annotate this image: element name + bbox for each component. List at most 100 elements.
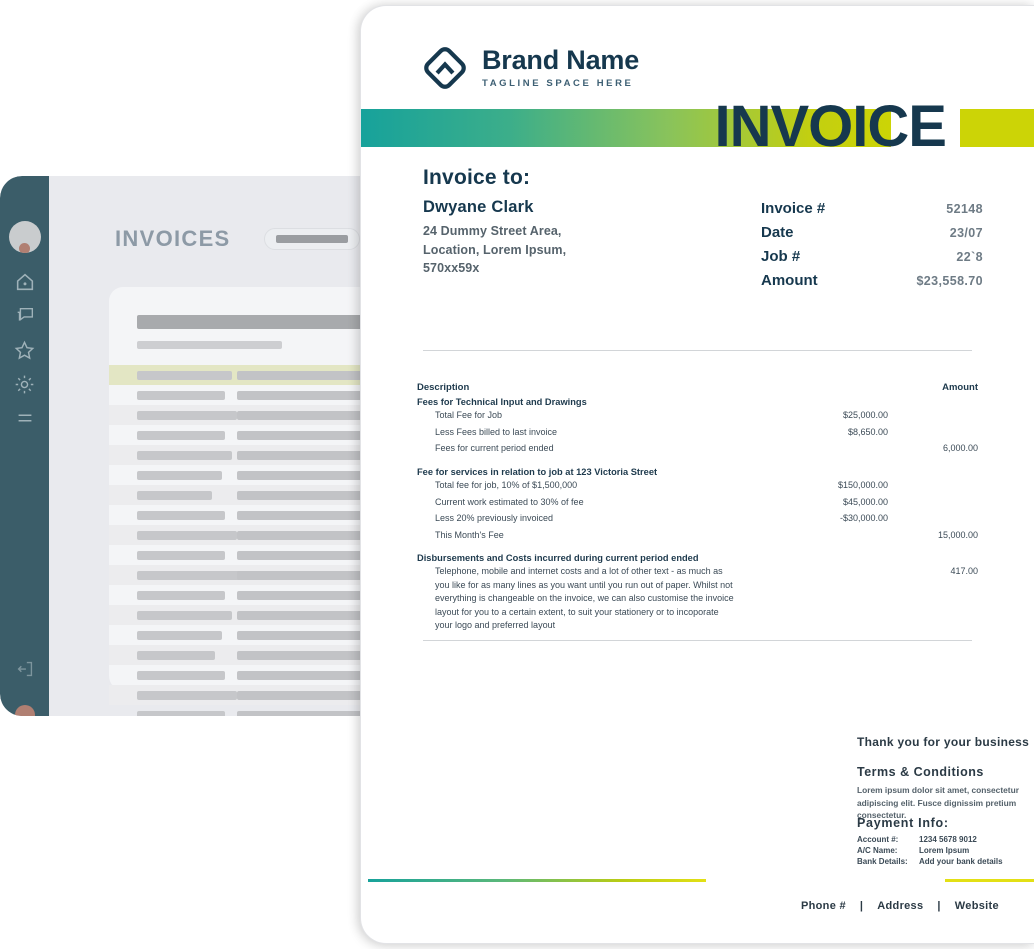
- line-item-group: Disbursements and Costs incurred during …: [417, 553, 978, 633]
- line-item-row: Total Fee for Job $25,000.00: [417, 407, 978, 424]
- menu-icon[interactable]: [0, 401, 49, 435]
- line-item-description: Total Fee for Job: [435, 410, 503, 420]
- list-item-col1: [137, 570, 242, 580]
- line-item-group: Fee for services in relation to job at 1…: [417, 467, 978, 544]
- line-item-amount-total: 417.00: [950, 566, 978, 577]
- payment-info-value: 1234 5678 9012: [919, 835, 977, 844]
- footer-separator: |: [859, 900, 864, 912]
- invoice-meta-row: Date 23/07: [761, 224, 983, 241]
- line-item-row: Telephone, mobile and internet costs and…: [417, 563, 978, 633]
- list-item-col1: [137, 370, 232, 380]
- line-item-amount-total: 15,000.00: [937, 529, 978, 540]
- list-item-col1: [137, 530, 237, 540]
- meta-value: $23,558.70: [916, 274, 983, 288]
- column-header-amount: Amount: [942, 382, 978, 393]
- list-item-col1: [137, 690, 237, 700]
- terms-title: Terms & Conditions: [857, 765, 984, 779]
- list-item-col1: [137, 630, 222, 640]
- brand-tagline: TAGLINE SPACE HERE: [482, 78, 634, 89]
- list-item-col1: [137, 550, 225, 560]
- meta-value: 52148: [946, 202, 983, 216]
- brand-name: Brand Name: [482, 45, 640, 75]
- list-item-col1: [137, 470, 222, 480]
- gear-icon[interactable]: [0, 367, 49, 401]
- list-item-col1: [137, 410, 237, 420]
- address-line-2: Location, Lorem Ipsum,: [423, 242, 567, 257]
- line-item-row: Current work estimated to 30% of fee $45,…: [417, 494, 978, 511]
- bill-to-label: Invoice to:: [423, 166, 531, 189]
- payment-info-value: Lorem Ipsum: [919, 846, 970, 855]
- meta-value: 22`8: [956, 250, 983, 264]
- accent-block-right: [960, 109, 1034, 147]
- list-item-col1: [137, 710, 225, 716]
- invoice-document: Brand Name TAGLINE SPACE HERE INVOICE In…: [360, 5, 1034, 944]
- footer-contact-item[interactable]: Address: [877, 900, 923, 912]
- line-item-description: Current work estimated to 30% of fee: [435, 496, 584, 507]
- list-item-col1: [137, 610, 232, 620]
- address-line-1: 24 Dummy Street Area,: [423, 224, 562, 238]
- home-icon[interactable]: [0, 265, 49, 299]
- list-item-col1: [137, 510, 225, 520]
- footer-contact-item[interactable]: Phone #: [801, 900, 846, 912]
- meta-label: Amount: [761, 272, 818, 289]
- chat-icon[interactable]: [0, 299, 49, 333]
- payment-info-title: Payment Info:: [857, 816, 949, 830]
- invoice-meta-table: Invoice # 52148 Date 23/07 Job # 22`8 Amount $2…: [761, 200, 983, 296]
- payment-info-value: Add your bank details: [919, 857, 1003, 866]
- list-item-col1: [137, 650, 215, 660]
- avatar[interactable]: [8, 221, 41, 716]
- line-item-row: Fees for current period ended 6,000.00: [417, 440, 978, 457]
- list-item-col1: [137, 670, 225, 680]
- line-item-row: Less Fees billed to last invoice $8,650.0…: [417, 424, 978, 441]
- line-item-group: Fees for Technical Input and Drawings Tot…: [417, 397, 978, 457]
- list-item-col1: [137, 450, 232, 460]
- line-items-table: Description Amount Fees for Technical In…: [417, 382, 978, 643]
- payment-info-table: Account #: 1234 5678 9012 A/C Name: Lorem I…: [857, 835, 1003, 868]
- payment-info-label: Account #:: [857, 835, 899, 844]
- brand-logo-icon: [421, 44, 469, 92]
- line-item-row: Less 20% previously invoiced -$30,000.00: [417, 510, 978, 527]
- line-item-description: Total fee for job, 10% of $1,500,000: [435, 479, 578, 490]
- invoice-meta-row: Invoice # 52148: [761, 200, 983, 217]
- payment-info-row: Account #: 1234 5678 9012: [857, 835, 1003, 846]
- line-item-description: This Month's Fee: [435, 529, 504, 540]
- line-item-amount-primary: $8,650.00: [847, 426, 888, 437]
- footer-separator: |: [937, 900, 941, 912]
- terms-block: Terms & Conditions Lorem ipsum dolor sit…: [857, 765, 1034, 822]
- invoice-meta-row: Job # 22`8: [761, 248, 983, 265]
- line-item-row: This Month's Fee 15,000.00: [417, 527, 978, 544]
- meta-label: Job #: [761, 248, 801, 265]
- logout-icon[interactable]: [0, 652, 49, 686]
- app-action-pill[interactable]: [264, 228, 360, 250]
- divider-top: [423, 350, 972, 351]
- meta-label: Date: [761, 224, 794, 241]
- app-page-title: INVOICES: [115, 226, 231, 251]
- payment-info-block: Payment Info: Account #: 1234 5678 9012 A/…: [857, 816, 1003, 868]
- client-name: Dwyane Clark: [423, 198, 534, 216]
- brand-block: Brand Name TAGLINE SPACE HERE: [421, 44, 639, 92]
- address-line-3: 570xx59x: [423, 261, 480, 275]
- list-item-col1: [137, 490, 212, 500]
- client-address: 24 Dummy Street Area, Location, Lorem Ip…: [423, 222, 566, 278]
- column-header-description: Description: [417, 382, 470, 393]
- line-item-row: Total fee for job, 10% of $1,500,000 $150…: [417, 477, 978, 494]
- invoice-meta-row: Amount $23,558.70: [761, 272, 983, 289]
- payment-info-label: A/C Name:: [857, 846, 898, 855]
- footer-accent-line: [945, 879, 1034, 882]
- meta-label: Invoice #: [761, 200, 826, 217]
- line-item-amount-primary: $25,000.00: [842, 410, 888, 420]
- list-item-col1: [137, 430, 225, 440]
- line-item-description: Less Fees billed to last invoice: [435, 426, 558, 437]
- line-item-group-title: Fee for services in relation to job at 1…: [417, 466, 658, 477]
- footer-contact-item[interactable]: Website: [955, 900, 999, 912]
- line-item-description: Telephone, mobile and internet costs and…: [435, 566, 734, 631]
- footer-contact: Phone # | Address | Website: [801, 900, 999, 912]
- footer-gradient-line: [368, 879, 706, 882]
- screenshot-root: INVOICES Brand Name TAGLINE SPACE HERE I…: [0, 0, 1034, 949]
- payment-info-row: Bank Details: Add your bank details: [857, 857, 1003, 868]
- invoice-heading: INVOICE: [714, 94, 947, 159]
- star-icon[interactable]: [0, 333, 49, 367]
- line-item-group-title: Fees for Technical Input and Drawings: [417, 397, 587, 407]
- meta-value: 23/07: [949, 226, 983, 240]
- divider-bottom: [423, 640, 972, 641]
